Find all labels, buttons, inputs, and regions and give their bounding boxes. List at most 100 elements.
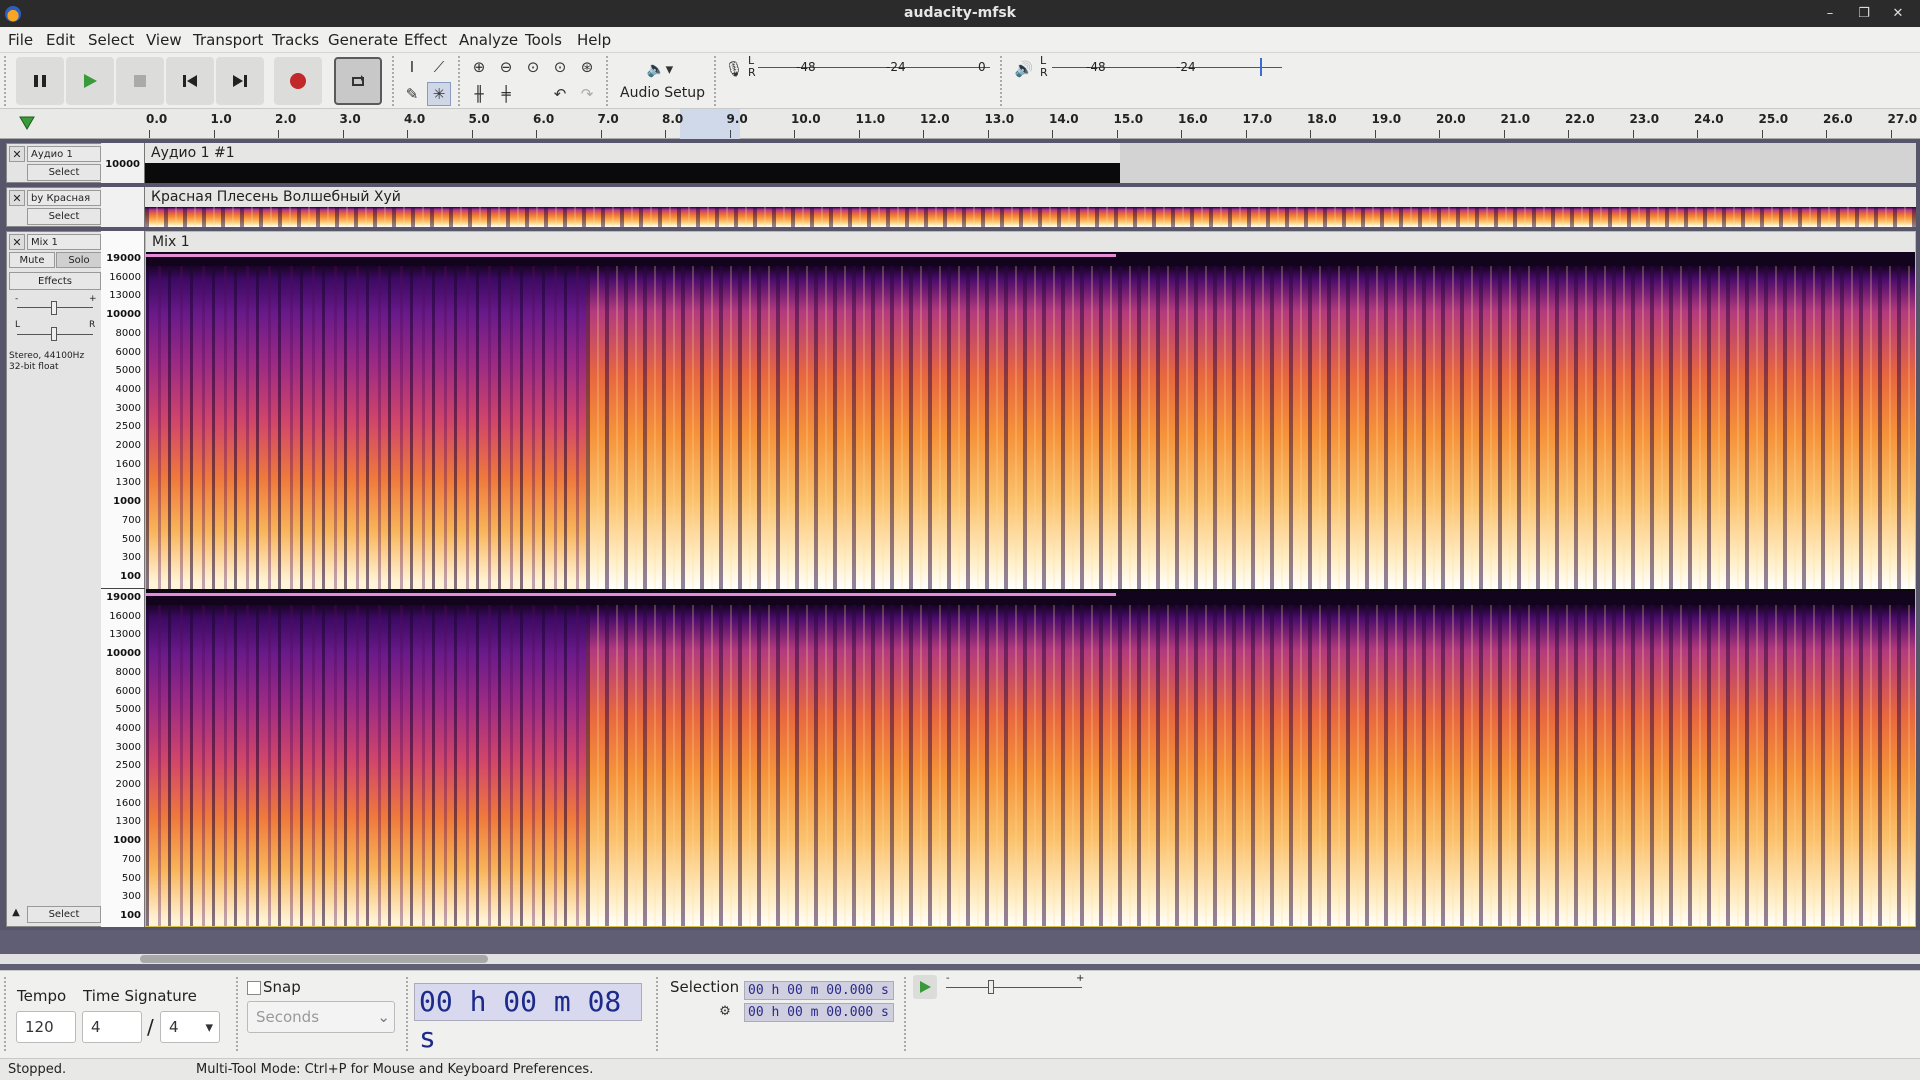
clip-title[interactable]: Красная Плесень Волшебный Хуй: [145, 187, 1916, 207]
playback-meter[interactable]: -48 -24: [1052, 57, 1282, 77]
menu-analyze[interactable]: Analyze: [459, 31, 518, 49]
pan-slider[interactable]: [51, 327, 57, 341]
frequency-tick-label: 2500: [115, 421, 141, 433]
close-track-icon[interactable]: ✕: [9, 146, 25, 162]
vertical-ruler[interactable]: 10000: [101, 143, 145, 183]
toolbar-grip[interactable]: [236, 977, 240, 1051]
loop-button[interactable]: [334, 57, 382, 105]
vertical-ruler[interactable]: [101, 187, 145, 227]
silence-audio-icon[interactable]: ╪: [494, 82, 518, 106]
menu-file[interactable]: File: [8, 31, 33, 49]
menu-tracks[interactable]: Tracks: [272, 31, 319, 49]
clip-title[interactable]: Аудио 1 #1: [145, 143, 1120, 163]
pause-button[interactable]: [16, 57, 64, 105]
spectrogram-region-dense: [586, 266, 1915, 589]
zoom-toggle-icon[interactable]: ⊛: [575, 55, 599, 79]
snap-checkbox[interactable]: [247, 981, 261, 995]
toolbar-grip[interactable]: [392, 56, 396, 106]
track-name-menu[interactable]: Mix 1: [27, 234, 101, 250]
snap-unit-select[interactable]: Seconds ⌄: [247, 1001, 395, 1033]
menu-help[interactable]: Help: [577, 31, 611, 49]
frequency-tick-label: 700: [121, 853, 141, 865]
spectrogram[interactable]: [145, 207, 1916, 227]
track-name-menu[interactable]: by Красная: [27, 190, 101, 206]
track-select-button[interactable]: Select: [27, 208, 101, 225]
play-meter-tick: -48: [1086, 60, 1106, 74]
menu-generate[interactable]: Generate: [328, 31, 398, 49]
close-track-icon[interactable]: ✕: [9, 234, 25, 250]
track-lane[interactable]: Аудио 1 #1: [145, 143, 1916, 183]
spectrogram-right-channel[interactable]: [146, 591, 1915, 926]
collapse-track-icon[interactable]: ▲: [9, 907, 23, 923]
record-button[interactable]: [274, 57, 322, 105]
clip-title[interactable]: Mix 1: [146, 232, 1915, 252]
track-select-button[interactable]: Select: [27, 164, 101, 181]
fit-project-icon[interactable]: ⊙: [548, 55, 572, 79]
menu-transport[interactable]: Transport: [193, 31, 263, 49]
gear-icon[interactable]: ⚙: [715, 1001, 735, 1021]
play-button[interactable]: [66, 57, 114, 105]
skip-to-end-button[interactable]: [216, 57, 264, 105]
track-select-button[interactable]: Select: [27, 906, 101, 923]
toolbar-grip[interactable]: [406, 977, 410, 1051]
scrollbar-thumb[interactable]: [140, 955, 488, 963]
record-meter[interactable]: -48 -24 0: [758, 57, 990, 77]
minimize-icon[interactable]: –: [1820, 4, 1840, 24]
play-at-speed-button[interactable]: [913, 975, 937, 999]
toolbar-grip[interactable]: [606, 56, 610, 106]
menu-select[interactable]: Select: [88, 31, 134, 49]
spectrogram-left-channel[interactable]: [146, 252, 1915, 589]
audio-clip[interactable]: Аудио 1 #1: [145, 143, 1120, 183]
play-head-triangle-icon[interactable]: [18, 115, 36, 131]
toolbar-grip[interactable]: [4, 977, 8, 1051]
ruler-tick-label: 5.0: [468, 112, 490, 126]
speaker-dropdown-icon[interactable]: 🔈▾: [640, 57, 680, 81]
mute-button[interactable]: Mute: [9, 252, 55, 268]
zoom-out-icon[interactable]: ⊖: [494, 55, 518, 79]
selection-start-field[interactable]: 00 h 00 m 00.000 s: [744, 981, 894, 1000]
audio-clip[interactable]: Mix 1: [145, 231, 1916, 927]
frequency-tick-label: 3000: [115, 741, 141, 753]
effects-button[interactable]: Effects: [9, 272, 101, 290]
audio-clip[interactable]: Красная Плесень Волшебный Хуй: [145, 187, 1916, 227]
zoom-in-icon[interactable]: ⊕: [467, 55, 491, 79]
restore-icon[interactable]: ❐: [1854, 4, 1874, 24]
skip-to-start-button[interactable]: [166, 57, 214, 105]
toolbar-grip[interactable]: [714, 56, 718, 106]
audio-setup-button[interactable]: Audio Setup: [620, 85, 705, 101]
gain-slider[interactable]: [51, 301, 57, 315]
timeline-ruler[interactable]: 0.0 1.0 2.0 3.0 4.0 5.0 6.0 7.0 8.0 9.0 10.0 11.0 12…: [0, 109, 1920, 139]
time-display[interactable]: 00 h 00 m 08 s: [414, 983, 642, 1054]
toolbar-grip[interactable]: [656, 977, 660, 1051]
toolbar-grip[interactable]: [458, 56, 462, 106]
redo-icon[interactable]: ↷: [575, 82, 599, 106]
toolbar-grip[interactable]: [1000, 56, 1004, 106]
solo-button[interactable]: Solo: [56, 252, 102, 268]
draw-tool-icon[interactable]: ✎: [400, 82, 424, 106]
toolbar-grip[interactable]: [904, 977, 908, 1051]
close-track-icon[interactable]: ✕: [9, 190, 25, 206]
multi-tool-icon[interactable]: ✳: [427, 82, 451, 106]
time-signature-denominator[interactable]: 4 ▾: [160, 1011, 220, 1043]
tempo-input[interactable]: 120: [16, 1011, 76, 1043]
track-name-menu[interactable]: Аудио 1: [27, 146, 101, 162]
fit-selection-icon[interactable]: ⊙: [521, 55, 545, 79]
time-signature-label: Time Signature: [83, 987, 197, 1005]
menu-tools[interactable]: Tools: [525, 31, 562, 49]
speaker-icon[interactable]: 🔊: [1012, 57, 1036, 81]
selection-tool-icon[interactable]: I: [400, 55, 424, 79]
menu-edit[interactable]: Edit: [46, 31, 75, 49]
close-window-icon[interactable]: ✕: [1888, 4, 1908, 24]
microphone-icon[interactable]: 🎙: [722, 57, 746, 81]
trim-audio-icon[interactable]: ╫: [467, 82, 491, 106]
toolbar-grip[interactable]: [4, 56, 8, 106]
menu-view[interactable]: View: [146, 31, 182, 49]
frequency-ruler[interactable]: 19000 16000 13000 10000 8000 6000 5000 4000 3000…: [101, 231, 145, 927]
time-signature-numerator[interactable]: 4: [82, 1011, 142, 1043]
playback-speed-slider[interactable]: [988, 980, 994, 994]
selection-end-field[interactable]: 00 h 00 m 00.000 s: [744, 1003, 894, 1022]
undo-icon[interactable]: ↶: [548, 82, 572, 106]
stop-button[interactable]: [116, 57, 164, 105]
envelope-tool-icon[interactable]: ⟋: [427, 55, 451, 79]
menu-effect[interactable]: Effect: [404, 31, 447, 49]
